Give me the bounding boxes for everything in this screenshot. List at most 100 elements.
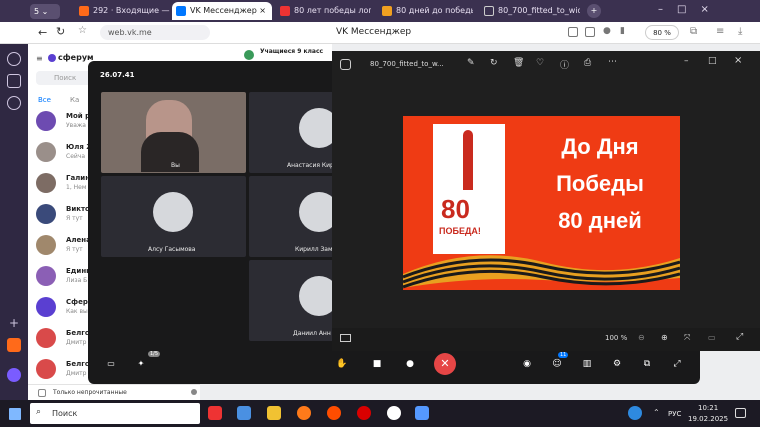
five-app-icon[interactable] (7, 74, 21, 88)
add-icon[interactable]: + (9, 316, 19, 330)
chat-search-input[interactable]: Поиск (36, 71, 96, 85)
filter-all[interactable]: Все (38, 96, 51, 104)
fit-icon[interactable]: ⤧ (684, 333, 690, 343)
zoom-out-icon[interactable]: ⊖ (638, 333, 645, 342)
participant-name: Алсу Гасымова (148, 246, 196, 253)
url-text: web.vk.me (108, 28, 152, 37)
notifications-icon[interactable] (735, 408, 746, 418)
camera-icon[interactable] (585, 27, 595, 37)
viewer-filename: 80_700_fitted_to_w... (370, 60, 444, 68)
sferum-logo-icon (48, 54, 56, 62)
raise-hand-icon[interactable]: ✋ (333, 355, 351, 373)
windows-start-icon[interactable] (9, 408, 21, 420)
tab-image-file[interactable]: 80_700_fitted_to_wid (480, 2, 580, 20)
info-icon[interactable]: ⓘ (560, 58, 569, 71)
favorite-icon[interactable]: ♡ (536, 58, 544, 68)
actual-size-icon[interactable]: ▭ (708, 333, 716, 342)
self-video-body (141, 132, 199, 172)
menu-icon[interactable]: ≡ (716, 26, 724, 37)
participant-name: Кирилл Зам (295, 246, 333, 253)
windows-app-icon[interactable] (237, 406, 251, 420)
reload-icon[interactable]: ↻ (56, 25, 65, 38)
participant-name: Анастасия Кир (287, 162, 334, 169)
tray-chevron-icon[interactable]: ⌃ (653, 408, 660, 417)
fullscreen-icon[interactable]: ⤢ (668, 355, 686, 373)
chat-avatar (36, 142, 56, 162)
chat-name: Единь (66, 267, 91, 275)
hamburger-icon[interactable]: ≡ (36, 54, 43, 63)
layout-icon[interactable]: ▥ (578, 355, 596, 373)
alice-icon[interactable] (7, 368, 21, 382)
tab-mail[interactable]: 292 · Входящие — Ян (75, 2, 170, 20)
firefox-alt-icon[interactable] (327, 406, 341, 420)
chat-avatar (36, 266, 56, 286)
search-placeholder: Поиск (54, 74, 77, 82)
close-tab-icon[interactable]: × (259, 2, 266, 20)
tab-logo-search[interactable]: 80 лет победы логот (276, 2, 371, 20)
logo-word: ПОБЕДА! (439, 226, 481, 236)
edit-icon[interactable]: ✎ (467, 58, 475, 68)
photos-taskbar-icon[interactable] (415, 406, 429, 420)
participant-tile-self[interactable]: Вы (101, 92, 246, 173)
opera-icon[interactable] (357, 406, 371, 420)
new-tab-button[interactable]: + (587, 4, 601, 18)
image-icon (382, 6, 392, 16)
tab-80-days[interactable]: 80 дней до победы д (378, 2, 473, 20)
photos-app-icon (340, 59, 351, 70)
download-icon[interactable]: ⤓ (738, 26, 742, 37)
language-indicator[interactable]: РУС (668, 410, 681, 418)
chat-preview: Дмитр (66, 370, 87, 377)
screen-share-icon[interactable]: ▭ (102, 355, 120, 373)
effects-icon[interactable]: ✦ (132, 355, 150, 373)
more-icon[interactable]: ⋯ (608, 57, 617, 67)
chat-name: Белго (66, 360, 90, 368)
url-field[interactable]: web.vk.me (100, 25, 210, 40)
viewer-maximize-icon[interactable]: □ (708, 56, 717, 66)
bookmarks-icon[interactable]: ☆ (78, 25, 87, 36)
play-icon[interactable] (7, 52, 21, 66)
filter-second[interactable]: Ка (70, 96, 79, 104)
minimize-call-icon[interactable]: ⧉ (638, 355, 656, 373)
tab-counter[interactable]: 5 ⌄ (30, 4, 60, 19)
participant-tile[interactable]: Алсу Гасымова (101, 176, 246, 257)
viewer-minimize-icon[interactable]: – (684, 56, 689, 66)
extensions-icon[interactable]: ⧉ (690, 26, 697, 37)
unread-toggle-row[interactable]: Только непрочитанные (28, 384, 200, 400)
filmstrip-icon[interactable] (340, 334, 351, 342)
rotate-icon[interactable]: ↻ (490, 58, 498, 68)
firefox-icon[interactable] (297, 406, 311, 420)
mail-icon (79, 6, 89, 16)
file-explorer-icon[interactable] (267, 406, 281, 420)
zoom-in-icon[interactable]: ⊕ (661, 333, 668, 342)
mic-icon[interactable]: ● (603, 26, 611, 36)
checkbox-icon[interactable] (38, 389, 46, 397)
poster-line-2: Победы (556, 171, 644, 196)
chat-avatar (36, 328, 56, 348)
taskbar-search-input[interactable]: ⌕ Поиск (30, 403, 200, 424)
expand-icon[interactable]: ⤢ (736, 332, 743, 342)
zoom-indicator[interactable]: 80 % (645, 25, 679, 40)
mail-app-icon[interactable] (7, 338, 21, 352)
tab-vk-messenger[interactable]: VK Мессенджер × (172, 2, 272, 20)
print-icon[interactable]: ⎙ (584, 58, 591, 68)
monument-figure (463, 130, 473, 190)
incognito-icon[interactable] (568, 27, 578, 37)
microphone-icon[interactable]: ● (401, 355, 419, 373)
download-icon[interactable] (7, 96, 21, 110)
help-icon[interactable] (628, 406, 642, 420)
yandex-app-icon[interactable] (387, 406, 401, 420)
settings-gear-icon[interactable]: ⚙ (608, 355, 626, 373)
end-call-button[interactable]: ✕ (434, 353, 456, 375)
bookmark-icon[interactable]: ▮ (620, 26, 625, 36)
camera-toggle-icon[interactable]: ■ (368, 355, 386, 373)
delete-icon[interactable]: 🗑 (513, 58, 524, 68)
tab-label: VK Мессенджер (190, 6, 257, 15)
back-icon[interactable]: ← (38, 26, 47, 39)
unread-toggle-label: Только непрочитанные (53, 389, 127, 396)
chat-icon[interactable]: ◉ (518, 355, 536, 373)
chat-avatar (36, 359, 56, 379)
yandex-browser-icon[interactable] (208, 406, 222, 420)
tab-label: 292 · Входящие — Ян (93, 6, 170, 15)
viewer-close-icon[interactable]: × (734, 55, 742, 66)
window-controls[interactable]: –□× (658, 4, 723, 15)
